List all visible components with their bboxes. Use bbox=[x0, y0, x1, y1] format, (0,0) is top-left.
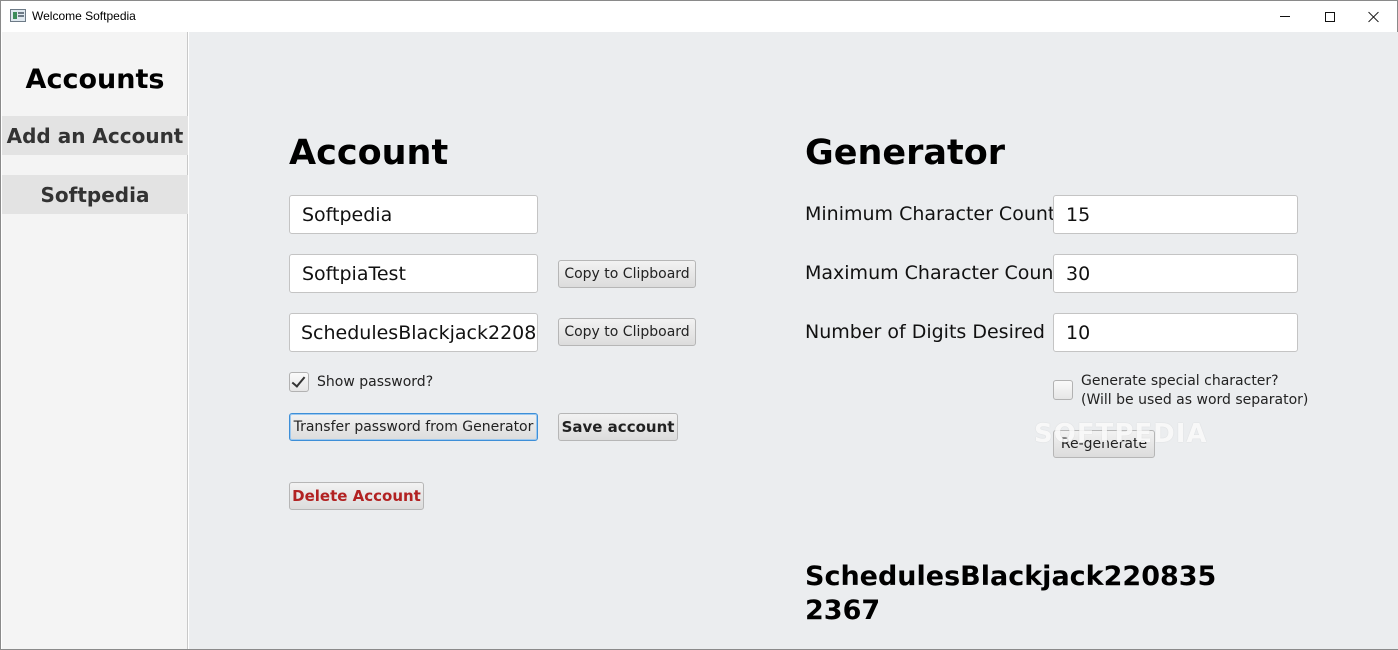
password-field[interactable]: SchedulesBlackjack22083 bbox=[289, 313, 538, 352]
minimize-icon bbox=[1280, 16, 1290, 17]
digits-field[interactable]: 10 bbox=[1053, 313, 1298, 352]
softpedia-watermark: SOFTPEDIA bbox=[1034, 419, 1208, 449]
transfer-password-button[interactable]: Transfer password from Generator bbox=[289, 413, 538, 441]
main-panel: Account Softpedia SoftpiaTest Copy to Cl… bbox=[189, 32, 1398, 649]
special-character-checkbox[interactable] bbox=[1053, 380, 1073, 400]
title-bar[interactable]: Welcome Softpedia bbox=[1, 1, 1397, 32]
username-field[interactable]: SoftpiaTest bbox=[289, 254, 538, 293]
generated-password-line2: 2367 bbox=[805, 595, 881, 626]
maximize-button[interactable] bbox=[1307, 1, 1353, 32]
sidebar-title: Accounts bbox=[25, 64, 165, 95]
delete-account-button[interactable]: Delete Account bbox=[289, 482, 424, 510]
max-count-field[interactable]: 30 bbox=[1053, 254, 1298, 293]
show-password-label: Show password? bbox=[317, 374, 434, 390]
window-title: Welcome Softpedia bbox=[32, 9, 136, 23]
special-character-label-line1: Generate special character? bbox=[1081, 373, 1279, 389]
minimize-button[interactable] bbox=[1262, 1, 1308, 32]
account-name-field[interactable]: Softpedia bbox=[289, 195, 538, 234]
maximize-icon bbox=[1325, 11, 1335, 22]
show-password-checkbox[interactable] bbox=[289, 372, 309, 392]
checkmark-icon bbox=[291, 373, 306, 388]
sidebar-item-add-account[interactable]: Add an Account bbox=[2, 116, 188, 155]
close-icon bbox=[1368, 11, 1380, 23]
min-count-label: Minimum Character Count bbox=[805, 203, 1056, 225]
sidebar: Accounts Add an Account Softpedia bbox=[2, 32, 188, 649]
save-account-button[interactable]: Save account bbox=[558, 413, 678, 441]
max-count-label: Maximum Character Count bbox=[805, 262, 1061, 284]
digits-label: Number of Digits Desired bbox=[805, 321, 1045, 343]
generator-heading: Generator bbox=[805, 133, 1006, 173]
generated-password-line1: SchedulesBlackjack220835 bbox=[805, 561, 1217, 592]
app-window: Welcome Softpedia Accounts Add an Accoun… bbox=[0, 0, 1398, 650]
copy-username-button[interactable]: Copy to Clipboard bbox=[558, 260, 696, 288]
close-button[interactable] bbox=[1351, 1, 1397, 32]
sidebar-item-softpedia[interactable]: Softpedia bbox=[2, 175, 188, 214]
app-icon bbox=[10, 9, 26, 22]
min-count-field[interactable]: 15 bbox=[1053, 195, 1298, 234]
account-heading: Account bbox=[289, 133, 449, 173]
special-character-label-line2: (Will be used as word separator) bbox=[1081, 392, 1309, 408]
copy-password-button[interactable]: Copy to Clipboard bbox=[558, 318, 696, 346]
